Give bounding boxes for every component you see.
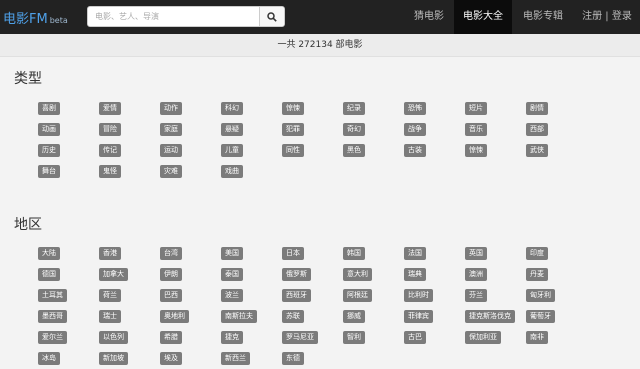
genre-tag[interactable]: 鬼怪 [99, 165, 121, 178]
genre-tag[interactable]: 传记 [99, 144, 121, 157]
search-icon [267, 12, 277, 22]
region-tag[interactable]: 菲律宾 [404, 310, 433, 323]
genre-tag[interactable]: 儿童 [221, 144, 243, 157]
genre-tag[interactable]: 惊悚 [465, 144, 487, 157]
genre-tag[interactable]: 纪录 [343, 102, 365, 115]
region-tag[interactable]: 大陆 [38, 247, 60, 260]
region-tag[interactable]: 瑞典 [404, 268, 426, 281]
genre-tag[interactable]: 科幻 [221, 102, 243, 115]
genre-tag[interactable]: 战争 [404, 123, 426, 136]
genre-tag[interactable]: 动画 [38, 123, 60, 136]
region-tag[interactable]: 智利 [343, 331, 365, 344]
region-tag[interactable]: 瑞士 [99, 310, 121, 323]
search-button[interactable] [259, 7, 284, 26]
genre-tag[interactable]: 戏曲 [221, 165, 243, 178]
genre-tag[interactable]: 运动 [160, 144, 182, 157]
genre-tag[interactable]: 灾难 [160, 165, 182, 178]
region-tag[interactable]: 丹麦 [526, 268, 548, 281]
genre-tag[interactable]: 历史 [38, 144, 60, 157]
region-tag[interactable]: 比利时 [404, 289, 433, 302]
region-section-title: 地区 [14, 217, 42, 233]
genre-tag[interactable]: 悬疑 [221, 123, 243, 136]
region-tag[interactable]: 土耳其 [38, 289, 67, 302]
region-tag[interactable]: 挪威 [343, 310, 365, 323]
genre-tag[interactable]: 爱情 [99, 102, 121, 115]
region-tag[interactable]: 澳洲 [465, 268, 487, 281]
genre-tag[interactable]: 舞台 [38, 165, 60, 178]
genre-tag[interactable]: 短片 [465, 102, 487, 115]
nav-movie-albums[interactable]: 电影专辑 [512, 0, 574, 34]
genre-tag[interactable]: 剧情 [526, 102, 548, 115]
region-tag[interactable]: 加拿大 [99, 268, 128, 281]
region-tag[interactable]: 匈牙利 [526, 289, 555, 302]
search-input[interactable] [88, 7, 260, 26]
region-tag[interactable]: 罗马尼亚 [282, 331, 318, 344]
region-tag[interactable]: 新西兰 [221, 352, 250, 365]
region-tag[interactable]: 台湾 [160, 247, 182, 260]
nav-register-login[interactable]: 注册 | 登录 [574, 0, 640, 34]
region-tag[interactable]: 冰岛 [38, 352, 60, 365]
region-tag[interactable]: 波兰 [221, 289, 243, 302]
genre-section-title: 类型 [14, 71, 42, 87]
region-tag[interactable]: 芬兰 [465, 289, 487, 302]
genre-tag[interactable]: 冒险 [99, 123, 121, 136]
region-tag[interactable]: 伊朗 [160, 268, 182, 281]
region-tag[interactable]: 韩国 [343, 247, 365, 260]
logo-text: 电影FM [3, 12, 48, 27]
region-tag[interactable]: 南非 [526, 331, 548, 344]
movie-total-count: 一共 272134 部电影 [0, 34, 640, 57]
region-tag[interactable]: 泰国 [221, 268, 243, 281]
beta-badge: beta [49, 16, 68, 25]
region-tag[interactable]: 保加利亚 [465, 331, 501, 344]
region-tag[interactable]: 德国 [38, 268, 60, 281]
region-tag[interactable]: 俄罗斯 [282, 268, 311, 281]
site-logo[interactable]: 电影FM beta [3, 8, 68, 27]
genre-tag[interactable]: 动作 [160, 102, 182, 115]
region-tag[interactable]: 苏联 [282, 310, 304, 323]
genre-tag[interactable]: 西部 [526, 123, 548, 136]
genre-tag[interactable]: 家庭 [160, 123, 182, 136]
search-box [87, 6, 285, 27]
region-tag[interactable]: 西班牙 [282, 289, 311, 302]
region-tag[interactable]: 意大利 [343, 268, 372, 281]
region-tag[interactable]: 阿根廷 [343, 289, 372, 302]
genre-tag[interactable]: 奇幻 [343, 123, 365, 136]
genre-tag[interactable]: 恐怖 [404, 102, 426, 115]
region-tag[interactable]: 荷兰 [99, 289, 121, 302]
genre-tag[interactable]: 喜剧 [38, 102, 60, 115]
genre-tag[interactable]: 古装 [404, 144, 426, 157]
nav-guess-movie[interactable]: 猜电影 [404, 0, 454, 34]
region-tag[interactable]: 南斯拉夫 [221, 310, 257, 323]
region-tag[interactable]: 香港 [99, 247, 121, 260]
region-tag[interactable]: 印度 [526, 247, 548, 260]
genre-tag[interactable]: 同性 [282, 144, 304, 157]
region-tag[interactable]: 法国 [404, 247, 426, 260]
region-tag[interactable]: 奥地利 [160, 310, 189, 323]
genre-tag[interactable]: 惊悚 [282, 102, 304, 115]
region-tag[interactable]: 新加坡 [99, 352, 128, 365]
nav-all-movies[interactable]: 电影大全 [454, 0, 512, 34]
region-tag[interactable]: 捷克 [221, 331, 243, 344]
region-tag[interactable]: 捷克斯洛伐克 [465, 310, 515, 323]
region-tag[interactable]: 墨西哥 [38, 310, 67, 323]
region-tag[interactable]: 葡萄牙 [526, 310, 555, 323]
region-tag[interactable]: 美国 [221, 247, 243, 260]
region-tag[interactable]: 英国 [465, 247, 487, 260]
region-tag[interactable]: 巴西 [160, 289, 182, 302]
genre-tag[interactable]: 犯罪 [282, 123, 304, 136]
genre-tag[interactable]: 黑色 [343, 144, 365, 157]
region-tag[interactable]: 埃及 [160, 352, 182, 365]
region-tag[interactable]: 日本 [282, 247, 304, 260]
genre-tag[interactable]: 武侠 [526, 144, 548, 157]
region-tag[interactable]: 以色列 [99, 331, 128, 344]
region-tag[interactable]: 古巴 [404, 331, 426, 344]
region-tag[interactable]: 东德 [282, 352, 304, 365]
region-tag[interactable]: 爱尔兰 [38, 331, 67, 344]
navbar: 电影FMbeta 猜电影 电影大全 电影专辑 注册 | 登录 [0, 0, 640, 34]
region-tag[interactable]: 希腊 [160, 331, 182, 344]
genre-tag[interactable]: 音乐 [465, 123, 487, 136]
